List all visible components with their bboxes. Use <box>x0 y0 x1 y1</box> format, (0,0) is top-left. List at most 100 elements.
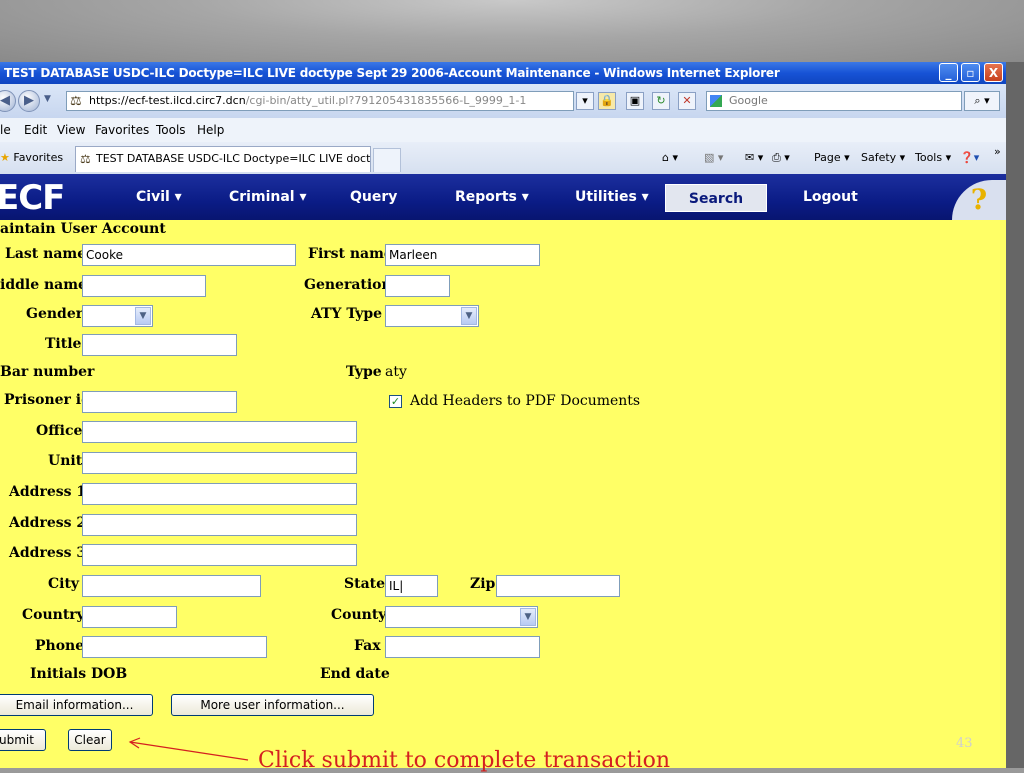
history-dropdown-icon[interactable]: ▼ <box>44 94 51 104</box>
gender-select[interactable]: ▼ <box>82 305 153 327</box>
favorites-button[interactable]: ★ Favorites <box>0 149 63 167</box>
city-input[interactable] <box>82 575 261 597</box>
generation-label: Generation <box>304 277 392 293</box>
nav-civil-label: Civil <box>136 189 170 205</box>
office-label: Office <box>36 423 83 439</box>
compatibility-icon[interactable]: ▣ <box>626 92 644 110</box>
nav-utilities[interactable]: Utilities ▾ <box>575 174 649 220</box>
site-icon: ⚖ <box>70 94 82 109</box>
country-label: Country <box>22 607 85 623</box>
new-tab-button[interactable] <box>373 148 401 172</box>
state-input[interactable]: IL| <box>385 575 438 597</box>
search-input[interactable]: Google <box>706 91 962 111</box>
phone-input[interactable] <box>82 636 267 658</box>
unit-input[interactable] <box>82 452 357 474</box>
help-question-icon[interactable]: ? <box>952 180 1006 220</box>
tools-menu[interactable]: Tools ▾ <box>915 142 951 174</box>
office-input[interactable] <box>82 421 357 443</box>
menu-edit[interactable]: Edit <box>24 118 47 142</box>
tools-menu-label: Tools <box>915 151 943 164</box>
title-input[interactable] <box>82 334 237 356</box>
clear-button[interactable]: Clear <box>68 729 112 751</box>
menu-favorites[interactable]: Favorites <box>95 118 149 142</box>
county-label: County <box>331 607 387 623</box>
state-label: State <box>344 576 386 592</box>
url-path: /cgi-bin/atty_util.pl?791205431835566-L_… <box>245 94 527 107</box>
feeds-icon[interactable]: ▧ ▾ <box>704 142 723 174</box>
first-name-input[interactable]: Marleen <box>385 244 540 266</box>
chevron-more-icon[interactable]: » <box>994 136 1001 168</box>
minimize-button[interactable]: _ <box>939 63 958 82</box>
aty-type-select[interactable]: ▼ <box>385 305 479 327</box>
state-value: IL <box>389 579 400 593</box>
page-number: 43 <box>956 736 973 751</box>
nav-criminal-label: Criminal <box>229 189 295 205</box>
zip-input[interactable] <box>496 575 620 597</box>
lock-icon[interactable]: 🔒 <box>598 92 616 110</box>
country-input[interactable] <box>82 606 177 628</box>
annotation-arrow <box>128 737 249 761</box>
home-icon[interactable]: ⌂ ▾ <box>662 142 678 174</box>
bar-number-label: Bar number <box>0 364 95 380</box>
nav-logout[interactable]: Logout <box>803 174 858 220</box>
submit-button[interactable]: ubmit <box>0 729 46 751</box>
site-icon: ⚖ <box>80 152 91 166</box>
nav-civil[interactable]: Civil ▾ <box>136 174 182 220</box>
account-form: aintain User Account Last name Cooke Fir… <box>0 220 1006 768</box>
middle-name-input[interactable] <box>82 275 206 297</box>
form-heading: aintain User Account <box>0 221 166 237</box>
menu-view[interactable]: View <box>57 118 85 142</box>
prisoner-id-label: Prisoner id <box>4 392 91 408</box>
safety-menu[interactable]: Safety ▾ <box>861 142 905 174</box>
annotation-text: Click submit to complete transaction <box>258 748 670 773</box>
email-information-button[interactable]: Email information... <box>0 694 153 716</box>
stop-icon[interactable]: ✕ <box>678 92 696 110</box>
url-prefix: https:// <box>89 94 129 107</box>
mail-icon[interactable]: ✉ ▾ <box>745 142 763 174</box>
unit-label: Unit <box>48 453 83 469</box>
add-headers-checkbox[interactable]: ✓ <box>389 395 402 408</box>
nav-reports[interactable]: Reports ▾ <box>455 174 529 220</box>
maximize-button[interactable]: ▫ <box>961 63 980 82</box>
page-menu[interactable]: Page ▾ <box>814 142 850 174</box>
forward-button[interactable]: ▶ <box>18 90 40 112</box>
aty-type-label: ATY Type <box>311 306 383 322</box>
chevron-down-icon: ▼ <box>520 608 536 626</box>
type-label: Type <box>346 364 382 380</box>
menu-help[interactable]: Help <box>197 118 224 142</box>
address2-input[interactable] <box>82 514 357 536</box>
county-select[interactable]: ▼ <box>385 606 538 628</box>
back-button[interactable]: ◀ <box>0 90 16 112</box>
tab-label: TEST DATABASE USDC-ILC Doctype=ILC LIVE … <box>96 152 371 165</box>
nav-reports-label: Reports <box>455 189 517 205</box>
nav-search[interactable]: Search <box>665 184 767 212</box>
menu-file[interactable]: le <box>0 118 11 142</box>
chevron-down-icon: ▼ <box>135 307 151 325</box>
menu-tools[interactable]: Tools <box>156 118 186 142</box>
address1-input[interactable] <box>82 483 357 505</box>
print-icon[interactable]: ⎙ ▾ <box>772 142 790 174</box>
fax-input[interactable] <box>385 636 540 658</box>
refresh-icon[interactable]: ↻ <box>652 92 670 110</box>
prisoner-id-input[interactable] <box>82 391 237 413</box>
search-go-button[interactable]: ⌕ ▾ <box>964 91 1000 111</box>
tab-bar: ★ Favorites ⚖ TEST DATABASE USDC-ILC Doc… <box>0 142 1006 175</box>
nav-criminal[interactable]: Criminal ▾ <box>229 174 306 220</box>
first-name-label: First name <box>308 246 393 262</box>
last-name-input[interactable]: Cooke <box>82 244 296 266</box>
address-toolbar: ◀ ▶ ▼ ⚖ https://ecf-test.ilcd.circ7.dcn/c… <box>0 84 1006 119</box>
tab-active[interactable]: ⚖ TEST DATABASE USDC-ILC Doctype=ILC LIV… <box>75 146 371 172</box>
address3-input[interactable] <box>82 544 357 566</box>
add-headers-label: Add Headers to PDF Documents <box>410 393 641 409</box>
zip-label: Zip <box>470 576 496 592</box>
help-icon[interactable]: ❓▾ <box>960 142 979 174</box>
address-dropdown-icon[interactable]: ▾ <box>576 92 594 110</box>
search-placeholder: Google <box>729 94 768 107</box>
address-input[interactable]: ⚖ https://ecf-test.ilcd.circ7.dcn/cgi-bin… <box>66 91 574 111</box>
more-user-information-button[interactable]: More user information... <box>171 694 374 716</box>
initials-label: Initials <box>30 666 87 682</box>
generation-input[interactable] <box>385 275 450 297</box>
end-date-label: End date <box>320 666 390 682</box>
nav-query[interactable]: Query <box>350 174 397 220</box>
close-button[interactable]: X <box>984 63 1003 82</box>
